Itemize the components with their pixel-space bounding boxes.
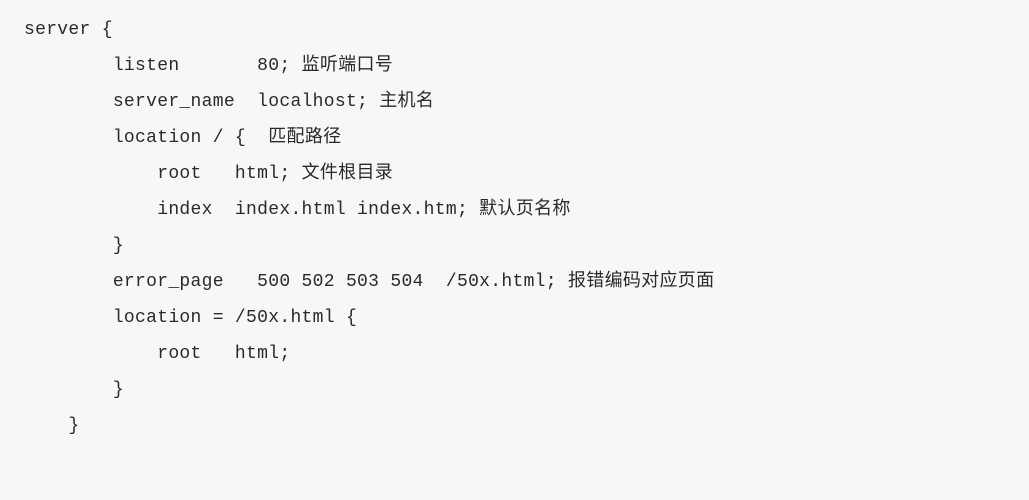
code-line: } <box>24 228 1005 264</box>
code-line: } <box>24 408 1005 444</box>
code-line: server { <box>24 12 1005 48</box>
code-line: location = /50x.html { <box>24 300 1005 336</box>
code-line: root html; 文件根目录 <box>24 156 1005 192</box>
code-line: } <box>24 372 1005 408</box>
code-line: index index.html index.htm; 默认页名称 <box>24 192 1005 228</box>
code-line: root html; <box>24 336 1005 372</box>
nginx-config-code-block: server { listen 80; 监听端口号 server_name lo… <box>24 12 1005 444</box>
code-line: server_name localhost; 主机名 <box>24 84 1005 120</box>
code-line: location / { 匹配路径 <box>24 120 1005 156</box>
code-line: error_page 500 502 503 504 /50x.html; 报错… <box>24 264 1005 300</box>
code-line: listen 80; 监听端口号 <box>24 48 1005 84</box>
